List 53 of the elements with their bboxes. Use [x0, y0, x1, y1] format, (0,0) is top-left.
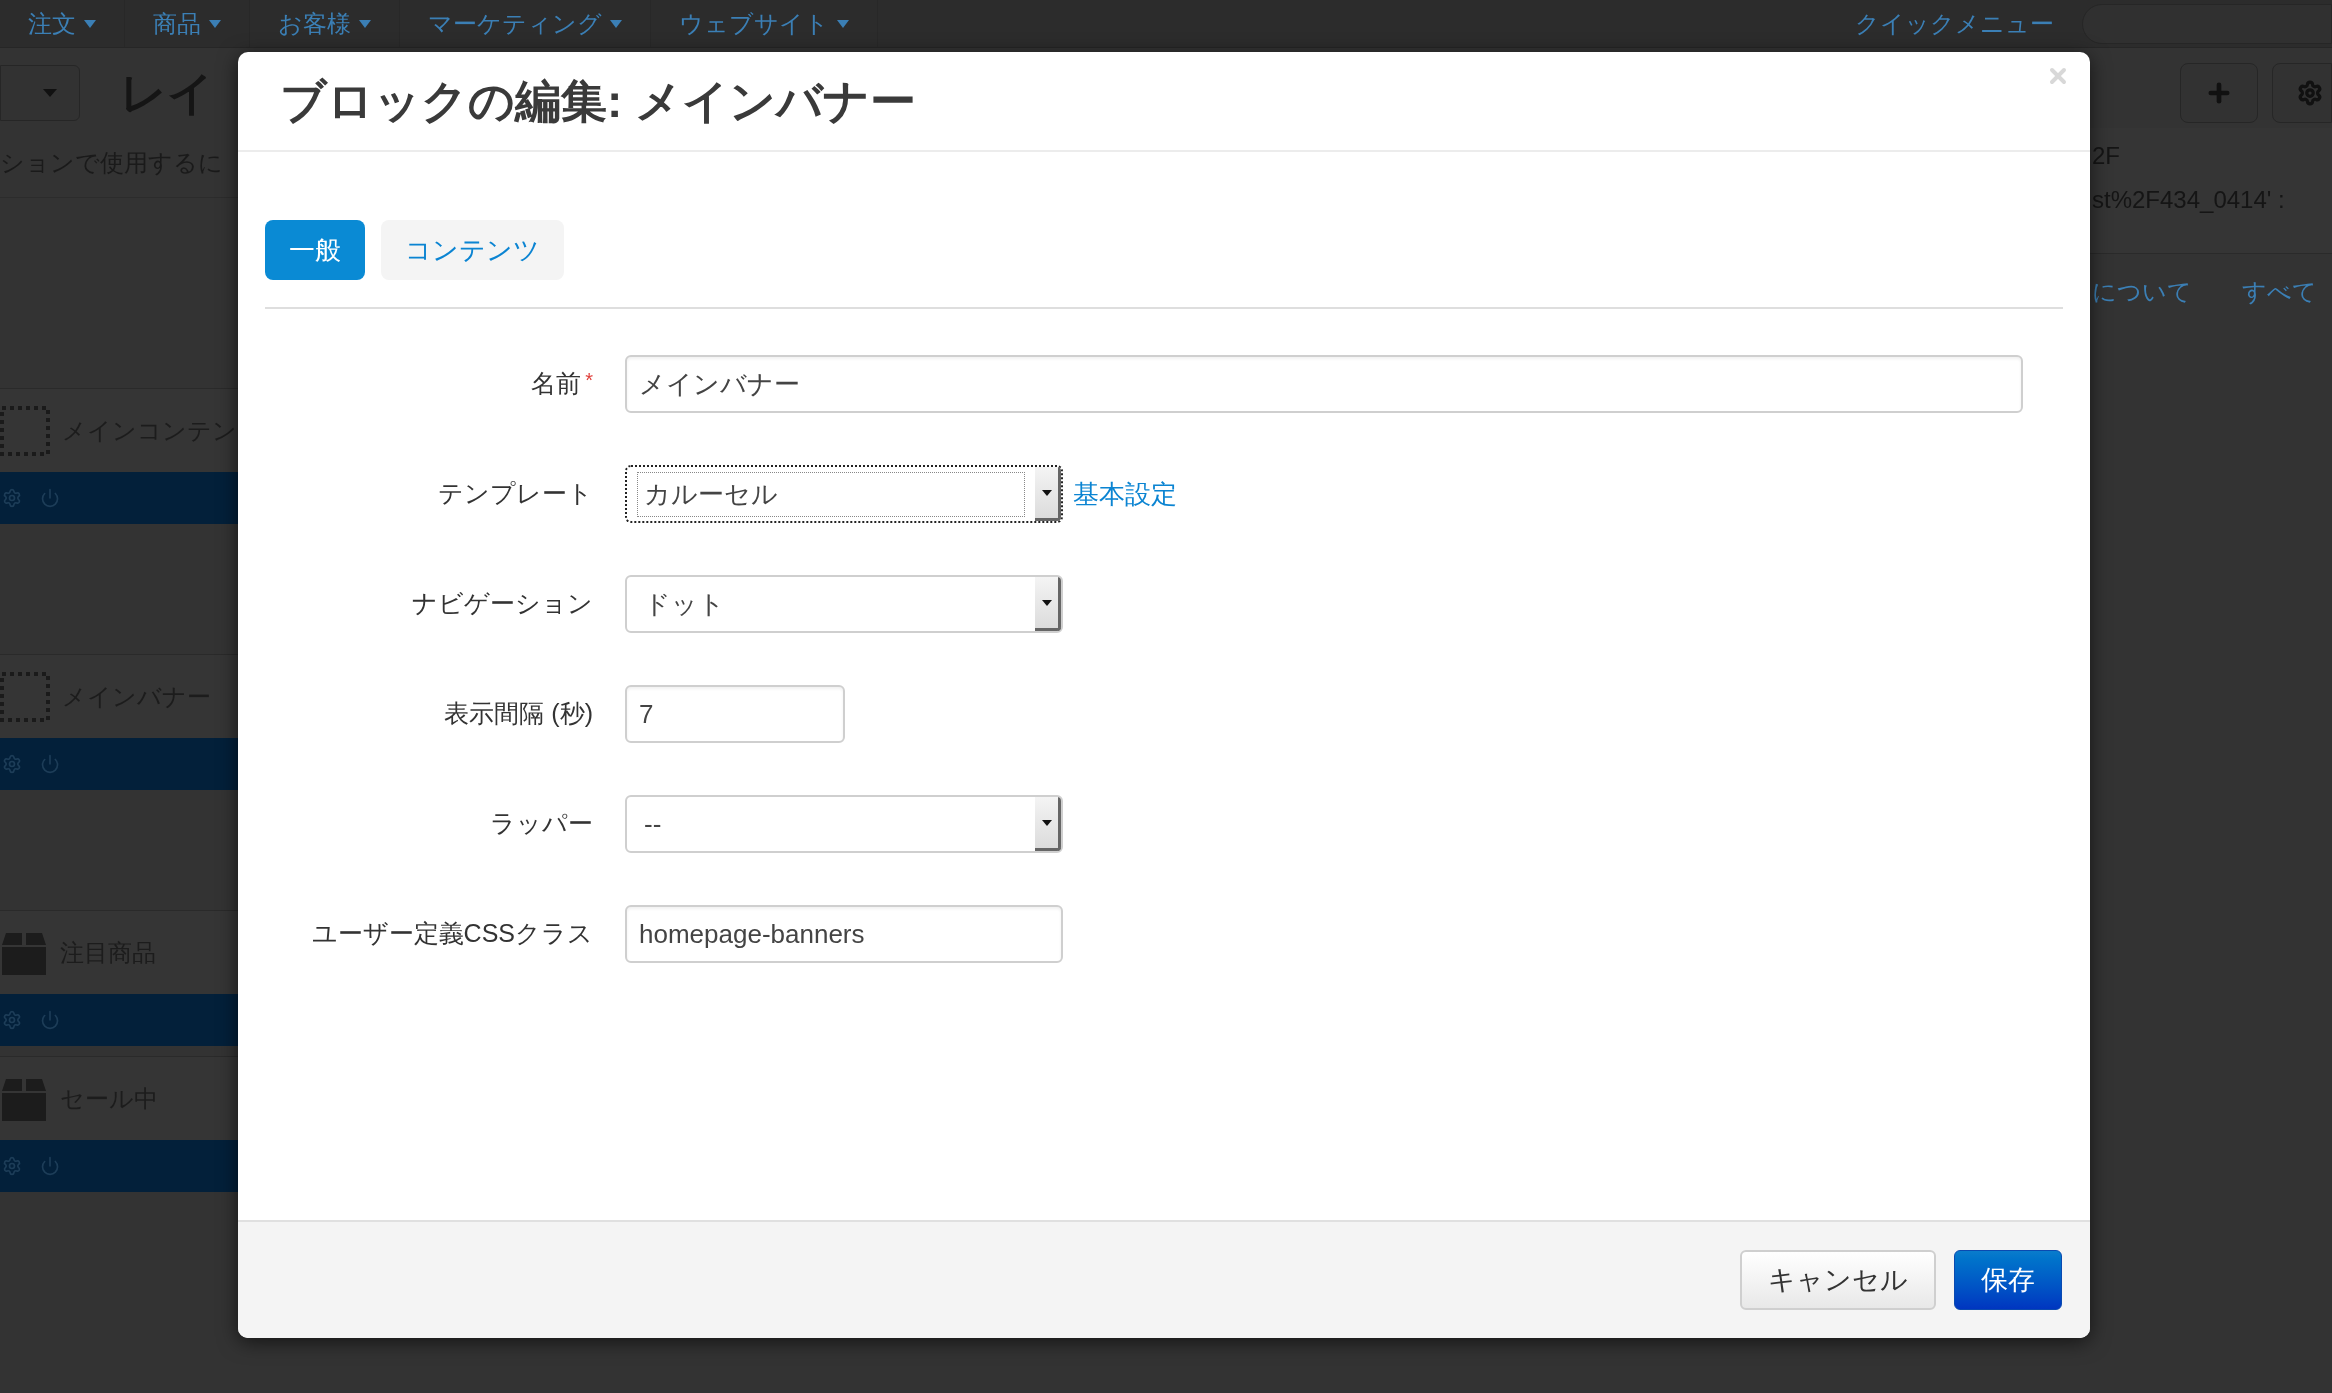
- nav-menu-item[interactable]: お客様: [278, 5, 351, 42]
- nav-menu-item[interactable]: 商品: [153, 5, 201, 42]
- text-field[interactable]: 7: [625, 685, 845, 743]
- power-icon[interactable]: [40, 754, 60, 774]
- settings-icon[interactable]: [2, 1156, 22, 1176]
- caret-icon: [1041, 489, 1052, 496]
- nav-menu-item[interactable]: 注文: [28, 5, 76, 42]
- power-icon[interactable]: [40, 1156, 60, 1176]
- caret-icon: [610, 19, 622, 28]
- cancel-button[interactable]: キャンセル: [1740, 1250, 1936, 1310]
- caret-icon: [837, 19, 849, 28]
- tab[interactable]: コンテンツ: [381, 220, 564, 280]
- field-label: 名前: [531, 368, 582, 400]
- settings-icon[interactable]: [2, 488, 22, 508]
- text-link[interactable]: すべて: [2242, 274, 2317, 310]
- settings-icon[interactable]: [2, 1010, 22, 1030]
- nav-menu-item[interactable]: ウェブサイト: [679, 5, 829, 42]
- caret-icon: [43, 89, 57, 97]
- caret-icon: [1041, 599, 1052, 606]
- dashed-square-icon: [0, 405, 50, 456]
- settings-button[interactable]: [2272, 63, 2332, 123]
- split-dropdown-button[interactable]: [0, 65, 80, 121]
- nav-menu-item[interactable]: マーケティング: [428, 5, 602, 42]
- quick-menu-link[interactable]: クイックメニュー: [1855, 5, 2054, 42]
- field-label: 表示間隔 (秒): [444, 698, 593, 730]
- select-field[interactable]: ドット: [625, 575, 1063, 633]
- settings-icon[interactable]: [2, 754, 22, 774]
- field-label: ナビゲーション: [412, 588, 593, 620]
- field-label: ユーザー定義CSSクラス: [311, 918, 593, 950]
- caret-icon: [1041, 819, 1052, 826]
- power-icon[interactable]: [40, 1010, 60, 1030]
- select-value: ドット: [643, 587, 726, 621]
- add-button[interactable]: [2180, 63, 2258, 123]
- select-value: カルーセル: [637, 471, 1025, 517]
- save-button[interactable]: 保存: [1954, 1250, 2062, 1310]
- select-field[interactable]: カルーセル: [625, 465, 1063, 523]
- field-label: テンプレート: [438, 478, 593, 510]
- caret-icon: [209, 19, 221, 28]
- dialog-title: ブロックの編集: メインバナー: [280, 73, 917, 129]
- settings-link[interactable]: 基本設定: [1073, 474, 1177, 514]
- text-link[interactable]: について: [2092, 274, 2192, 310]
- caret-icon: [84, 19, 96, 28]
- caret-icon: [359, 19, 371, 28]
- text-field[interactable]: homepage-banners: [625, 905, 1063, 963]
- tab[interactable]: 一般: [265, 220, 365, 280]
- text-field[interactable]: メインバナー: [625, 355, 2023, 413]
- dashed-square-icon: [0, 671, 50, 722]
- select-field[interactable]: --: [625, 795, 1063, 853]
- select-value: --: [643, 807, 663, 841]
- settings-icon: [2297, 80, 2323, 106]
- field-label: ラッパー: [490, 808, 593, 840]
- power-icon[interactable]: [40, 488, 60, 508]
- required-mark: *: [585, 368, 593, 394]
